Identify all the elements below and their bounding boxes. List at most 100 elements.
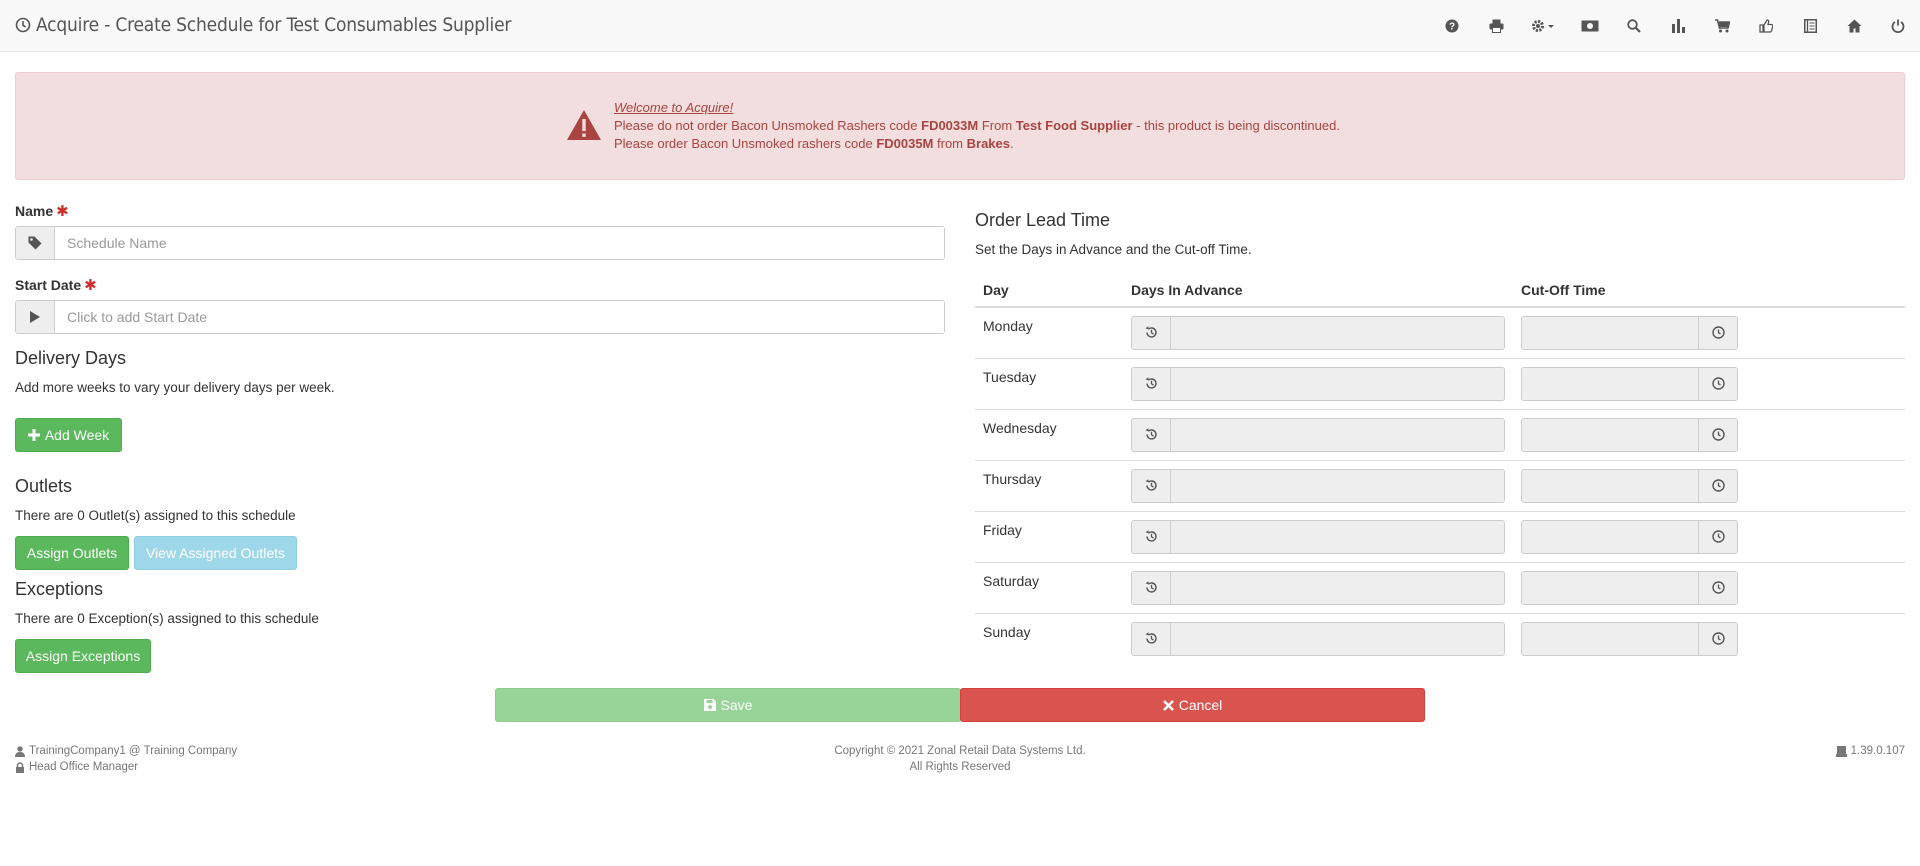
footer-user: TrainingCompany1 @ Training Company Head… [15,743,237,775]
cutoff-time-monday-input[interactable] [1522,316,1698,349]
tag-icon [16,227,55,259]
chart-icon[interactable] [1656,0,1700,52]
start-date-input-group [15,300,945,334]
history-icon[interactable] [1132,469,1171,502]
copyright-text: Copyright © 2021 Zonal Retail Data Syste… [834,745,1086,757]
day-cell-wednesday: Wednesday [975,408,1123,460]
close-icon [1162,699,1174,711]
help-icon[interactable]: ? [1430,0,1474,52]
footer-username: TrainingCompany1 @ Training Company [29,745,238,757]
start-date-input[interactable] [55,301,944,333]
days-in-advance-thursday-input[interactable] [1171,469,1504,502]
history-icon[interactable] [1132,316,1171,349]
outlets-heading: Outlets [15,476,73,496]
days-in-advance-cell [1123,459,1513,511]
cancel-button[interactable]: Cancel [960,688,1425,722]
schedule-name-input[interactable] [55,227,944,259]
table-row: Friday [975,510,1905,562]
cutoff-time-cell [1513,307,1905,358]
page-title: Acquire - Create Schedule for Test Consu… [36,14,512,36]
clock-icon[interactable] [1698,571,1737,604]
cutoff-time-sunday-group [1521,621,1738,656]
table-row: Thursday [975,459,1905,511]
days-in-advance-friday-input[interactable] [1171,520,1504,553]
settings-icon[interactable] [1518,0,1568,52]
view-assigned-outlets-button[interactable]: View Assigned Outlets [134,536,297,570]
table-row: Sunday [975,612,1905,664]
clock-icon [15,17,31,33]
column-header-days-in-advance: Days In Advance [1123,274,1513,308]
days-in-advance-tuesday-group [1131,366,1505,401]
assign-outlets-button[interactable]: Assign Outlets [15,536,129,570]
clock-icon[interactable] [1698,520,1737,553]
days-in-advance-cell [1123,357,1513,409]
alert-line-2: Please order Bacon Unsmoked rashers code… [614,136,1014,151]
days-in-advance-sunday-group [1131,621,1505,656]
clock-icon[interactable] [1698,367,1737,400]
history-icon[interactable] [1132,622,1171,655]
days-in-advance-saturday-group [1131,570,1505,605]
order-lead-time-text: Set the Days in Advance and the Cut-off … [975,242,1252,257]
cutoff-time-saturday-group [1521,570,1738,605]
clock-icon[interactable] [1698,469,1737,502]
svg-text:?: ? [1449,22,1455,33]
history-icon[interactable] [1132,367,1171,400]
outlets-text: There are 0 Outlet(s) assigned to this s… [15,508,296,523]
cutoff-time-tuesday-input[interactable] [1522,367,1698,400]
delivery-days-text: Add more weeks to vary your delivery day… [15,380,335,395]
alert-title: Welcome to Acquire! [614,100,734,115]
version-text: 1.39.0.107 [1850,745,1905,757]
book-icon[interactable] [1788,0,1832,52]
days-in-advance-saturday-input[interactable] [1171,571,1504,604]
power-icon[interactable] [1876,0,1920,52]
history-icon[interactable] [1132,418,1171,451]
clock-icon[interactable] [1698,418,1737,451]
save-button[interactable]: Save [495,688,961,722]
days-in-advance-wednesday-group [1131,417,1505,452]
money-icon[interactable] [1568,0,1612,52]
cutoff-time-wednesday-input[interactable] [1522,418,1698,451]
cutoff-time-sunday-input[interactable] [1522,622,1698,655]
search-icon[interactable] [1612,0,1656,52]
welcome-alert: Welcome to Acquire! Please do not order … [15,72,1905,180]
required-icon: ✱ [56,203,69,220]
order-lead-time-heading: Order Lead Time [975,210,1111,230]
day-cell-friday: Friday [975,510,1123,562]
delivery-days-heading: Delivery Days [15,348,127,368]
footer-version: 1.39.0.107 [1835,743,1905,759]
cutoff-time-tuesday-group [1521,366,1738,401]
start-date-label: Start Date ✱ [15,277,97,294]
cutoff-time-friday-group [1521,519,1738,554]
history-icon[interactable] [1132,520,1171,553]
history-icon[interactable] [1132,571,1171,604]
exceptions-heading: Exceptions [15,579,104,599]
add-week-button[interactable]: Add Week [15,418,122,452]
cutoff-time-thursday-input[interactable] [1522,469,1698,502]
cutoff-time-friday-input[interactable] [1522,520,1698,553]
days-in-advance-cell [1123,307,1513,358]
cutoff-time-saturday-input[interactable] [1522,571,1698,604]
warning-icon [567,110,601,140]
lock-icon [16,761,24,773]
days-in-advance-friday-group [1131,519,1505,554]
table-row: Wednesday [975,408,1905,460]
user-icon [15,745,25,757]
cutoff-time-wednesday-group [1521,417,1738,452]
alert-message: Welcome to Acquire! Please do not order … [614,99,1340,153]
table-header-row: Day Days In Advance Cut-Off Time [975,274,1905,308]
clock-icon[interactable] [1698,316,1737,349]
days-in-advance-wednesday-input[interactable] [1171,418,1504,451]
cart-icon[interactable] [1700,0,1744,52]
assign-exceptions-button[interactable]: Assign Exceptions [15,639,151,673]
days-in-advance-monday-input[interactable] [1171,316,1504,349]
app-title: Acquire - Create Schedule for Test Consu… [15,14,511,36]
plus-icon [27,429,40,441]
home-icon[interactable] [1832,0,1876,52]
days-in-advance-sunday-input[interactable] [1171,622,1504,655]
thumbs-up-icon[interactable] [1744,0,1788,52]
print-icon[interactable] [1474,0,1518,52]
name-input-group [15,226,945,260]
days-in-advance-tuesday-input[interactable] [1171,367,1504,400]
clock-icon[interactable] [1698,622,1737,655]
server-icon [1835,745,1847,757]
